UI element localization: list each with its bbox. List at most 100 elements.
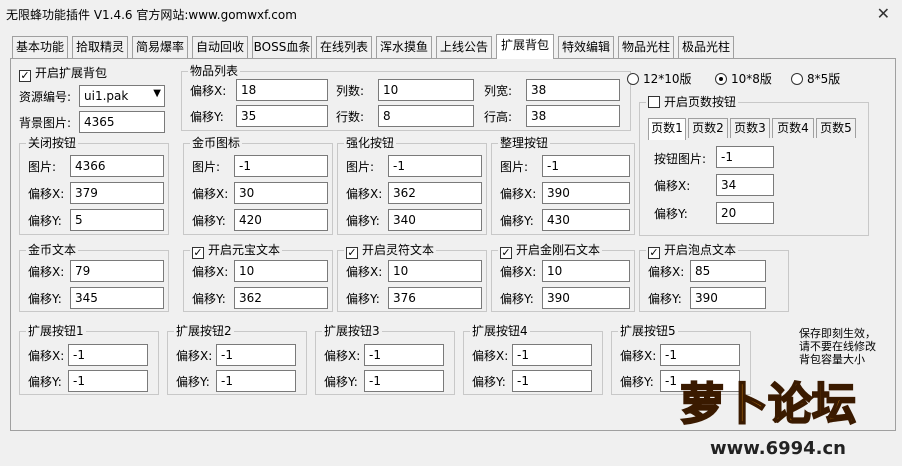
row-height-input[interactable]: 38 <box>526 105 620 127</box>
page-x-input[interactable]: 34 <box>716 174 774 196</box>
ext-button-3-title: 扩展按钮3 <box>322 324 382 338</box>
ext-5-x-input[interactable]: -1 <box>660 344 740 366</box>
ext-3-x-input[interactable]: -1 <box>364 344 444 366</box>
resource-select[interactable]: ui1.pak ▼ <box>79 85 165 107</box>
forum-watermark: 萝卜论坛 www.6994.cn <box>650 368 900 466</box>
sort-y-label: 偏移Y: <box>500 214 534 228</box>
tab-page-5[interactable]: 页数5 <box>816 118 856 138</box>
gold-text-y-label: 偏移Y: <box>28 292 62 306</box>
yuanbao-y-label: 偏移Y: <box>192 292 226 306</box>
tab-recycle[interactable]: 自动回收 <box>192 36 248 58</box>
gold-y-input[interactable]: 420 <box>234 209 328 231</box>
enhance-img-input[interactable]: -1 <box>388 155 482 177</box>
page-y-input[interactable]: 20 <box>716 202 774 224</box>
lingfu-x-input[interactable]: 10 <box>388 260 482 282</box>
close-img-input[interactable]: 4366 <box>70 155 164 177</box>
gold-text-title: 金币文本 <box>26 243 79 257</box>
yuanbao-x-label: 偏移X: <box>192 265 229 279</box>
tab-page-2[interactable]: 页数2 <box>688 118 728 138</box>
watermark-url: www.6994.cn <box>710 438 846 459</box>
tab-online-list[interactable]: 在线列表 <box>316 36 372 58</box>
gold-x-label: 偏移X: <box>192 187 229 201</box>
gold-x-input[interactable]: 30 <box>234 182 328 204</box>
ext-button-4-title: 扩展按钮4 <box>470 324 530 338</box>
ext-1-y-label: 偏移Y: <box>28 375 62 389</box>
lingfu-y-input[interactable]: 376 <box>388 287 482 309</box>
background-input[interactable]: 4365 <box>79 111 165 133</box>
ext-2-y-input[interactable]: -1 <box>216 370 296 392</box>
enable-bag-checkbox[interactable]: ✓ 开启扩展背包 <box>19 66 107 82</box>
check-icon: ✓ <box>19 69 31 82</box>
tab-page-4[interactable]: 页数4 <box>772 118 814 138</box>
bubble-y-label: 偏移Y: <box>648 292 682 306</box>
radio-8x5[interactable]: 8*5版 <box>791 72 840 86</box>
ext-1-x-input[interactable]: -1 <box>68 344 148 366</box>
close-button-title: 关闭按钮 <box>26 136 79 150</box>
radio-12x10[interactable]: 12*10版 <box>627 72 692 86</box>
ext-4-y-input[interactable]: -1 <box>512 370 592 392</box>
gold-text-x-input[interactable]: 79 <box>70 260 164 282</box>
sort-img-input[interactable]: -1 <box>542 155 630 177</box>
page-img-input[interactable]: -1 <box>716 146 774 168</box>
radio-10x8[interactable]: 10*8版 <box>715 72 772 86</box>
close-y-input[interactable]: 5 <box>70 209 164 231</box>
item-offset-y-input[interactable]: 35 <box>236 105 328 127</box>
title-bar: 无限蜂功能插件 V1.4.6 官方网站:www.gomwxf.com ✕ <box>0 0 902 30</box>
checkbox-icon <box>648 96 660 108</box>
sort-y-input[interactable]: 430 <box>542 209 630 231</box>
tab-rare-beam[interactable]: 极品光柱 <box>678 36 734 58</box>
tab-droprate[interactable]: 简易爆率 <box>132 36 188 58</box>
gold-img-input[interactable]: -1 <box>234 155 328 177</box>
yuanbao-y-input[interactable]: 362 <box>234 287 328 309</box>
tab-basic[interactable]: 基本功能 <box>12 36 68 58</box>
bubble-y-input[interactable]: 390 <box>690 287 766 309</box>
tab-boss-hp[interactable]: BOSS血条 <box>252 36 312 58</box>
enhance-y-input[interactable]: 340 <box>388 209 482 231</box>
ext-3-x-label: 偏移X: <box>324 349 361 363</box>
col-width-input[interactable]: 38 <box>526 79 620 101</box>
diamond-x-input[interactable]: 10 <box>542 260 630 282</box>
page-enable-checkbox[interactable]: 开启页数按钮 <box>646 95 739 109</box>
lingfu-y-label: 偏移Y: <box>346 292 380 306</box>
item-offset-x-input[interactable]: 18 <box>236 79 328 101</box>
tab-page-1[interactable]: 页数1 <box>648 118 686 140</box>
gold-text-x-label: 偏移X: <box>28 265 65 279</box>
bubble-x-input[interactable]: 85 <box>690 260 766 282</box>
enhance-x-label: 偏移X: <box>346 187 383 201</box>
close-x-input[interactable]: 379 <box>70 182 164 204</box>
bubble-text-checkbox[interactable]: ✓ 开启泡点文本 <box>646 243 739 259</box>
diamond-text-checkbox[interactable]: ✓ 开启金刚石文本 <box>498 243 603 259</box>
ext-1-y-input[interactable]: -1 <box>68 370 148 392</box>
tab-login-notice[interactable]: 上线公告 <box>436 36 492 58</box>
lingfu-x-label: 偏移X: <box>346 265 383 279</box>
check-icon: ✓ <box>192 246 204 259</box>
close-icon[interactable]: ✕ <box>877 4 890 23</box>
rows-input[interactable]: 8 <box>378 105 474 127</box>
enhance-y-label: 偏移Y: <box>346 214 380 228</box>
cols-input[interactable]: 10 <box>378 79 474 101</box>
diamond-text-group: ✓ 开启金刚石文本 偏移X: 10 偏移Y: 390 <box>491 243 635 312</box>
tab-effects[interactable]: 特效编辑 <box>558 36 614 58</box>
tab-fishing[interactable]: 浑水摸鱼 <box>376 36 432 58</box>
tab-item-beam[interactable]: 物品光柱 <box>618 36 674 58</box>
tab-page-3[interactable]: 页数3 <box>730 118 770 138</box>
ext-4-x-input[interactable]: -1 <box>512 344 592 366</box>
ext-3-y-input[interactable]: -1 <box>364 370 444 392</box>
save-note: 保存即刻生效，请不要在线修改背包容量大小 <box>799 327 876 366</box>
rows-label: 行数: <box>336 110 365 124</box>
enhance-x-input[interactable]: 362 <box>388 182 482 204</box>
sort-x-input[interactable]: 390 <box>542 182 630 204</box>
gold-icon-group: 金币图标 图片: -1 偏移X: 30 偏移Y: 420 <box>183 136 333 235</box>
yuanbao-x-input[interactable]: 10 <box>234 260 328 282</box>
ext-2-x-input[interactable]: -1 <box>216 344 296 366</box>
enhance-img-label: 图片: <box>346 160 375 174</box>
watermark-text: 萝卜论坛 <box>679 378 857 431</box>
diamond-y-input[interactable]: 390 <box>542 287 630 309</box>
bubble-x-label: 偏移X: <box>648 265 685 279</box>
page-button-group: 开启页数按钮 页数1 页数2 页数3 页数4 页数5 按钮图片: -1 偏移X:… <box>639 95 869 236</box>
lingfu-text-checkbox[interactable]: ✓ 开启灵符文本 <box>344 243 437 259</box>
tab-pickup[interactable]: 拾取精灵 <box>72 36 128 58</box>
tab-extend-bag[interactable]: 扩展背包 <box>496 34 554 59</box>
yuanbao-text-checkbox[interactable]: ✓ 开启元宝文本 <box>190 243 283 259</box>
gold-text-y-input[interactable]: 345 <box>70 287 164 309</box>
